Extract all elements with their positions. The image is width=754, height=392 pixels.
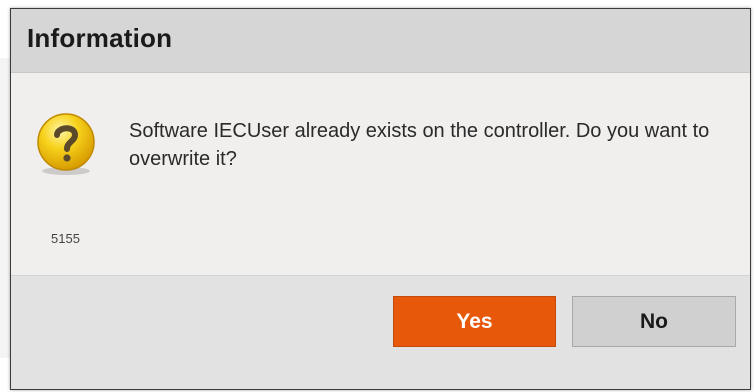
dialog-title-bar[interactable]: Information [11, 9, 750, 73]
message-code: 5155 [51, 231, 80, 246]
background-window-edge [0, 58, 10, 358]
dialog-title: Information [27, 23, 173, 53]
dialog-footer: Yes No [11, 275, 750, 389]
yes-button[interactable]: Yes [393, 296, 556, 347]
dialog-message: Software IECUser already exists on the c… [129, 120, 710, 170]
dialog-body: Software IECUser already exists on the c… [11, 73, 750, 275]
question-icon [37, 113, 95, 175]
information-dialog: Information Software IECUser already exi… [10, 8, 751, 390]
no-button[interactable]: No [572, 296, 736, 347]
